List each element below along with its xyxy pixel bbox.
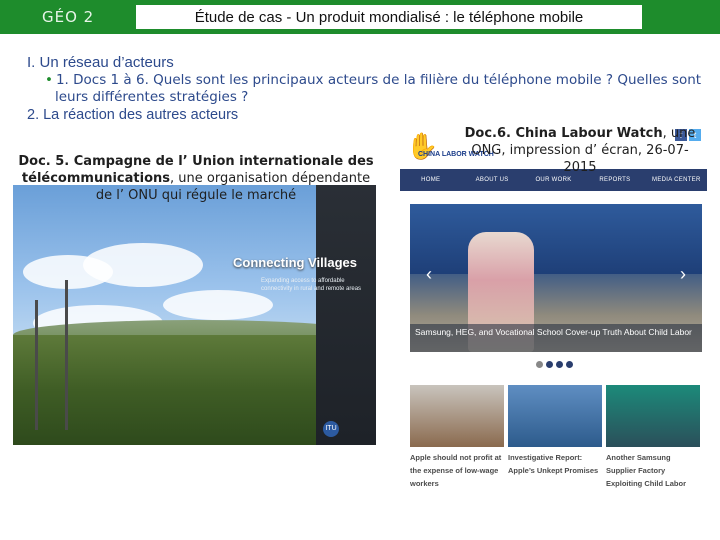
slide-dot[interactable]	[546, 361, 553, 368]
outline-part-2: 2. La réaction des autres acteurs	[27, 107, 239, 123]
article-thumbnail[interactable]: Apple should not profit at the expense o…	[410, 385, 504, 490]
doc5-campaign-image: Connecting Villages Expanding access to …	[13, 185, 376, 445]
subject-label: GÉO 2	[42, 8, 95, 26]
doc5-caption: Doc. 5. Campagne de l’ Union internation…	[12, 153, 380, 204]
chevron-left-icon[interactable]: ‹	[426, 264, 432, 285]
slideshow-dots	[536, 361, 573, 368]
thumbnail-caption[interactable]: Another Samsung Supplier Factory Exploit…	[606, 451, 700, 490]
slide-caption[interactable]: Samsung, HEG, and Vocational School Cove…	[415, 327, 700, 338]
thumbnail-caption[interactable]: Investigative Report: Apple’s Unkept Pro…	[508, 451, 602, 477]
nav-about[interactable]: ABOUT US	[461, 177, 522, 183]
header-banner: GÉO 2 Étude de cas - Un produit mondiali…	[0, 0, 720, 34]
bullet-icon: •	[45, 72, 53, 88]
article-thumbnails: Apple should not profit at the expense o…	[410, 385, 702, 490]
slide-dot[interactable]	[556, 361, 563, 368]
article-thumbnail[interactable]: Investigative Report: Apple’s Unkept Pro…	[508, 385, 602, 490]
nav-reports[interactable]: REPORTS	[584, 177, 645, 183]
thumbnail-image[interactable]	[606, 385, 700, 447]
slide-dot[interactable]	[536, 361, 543, 368]
outline-question: • 1. Docs 1 à 6. Quels sont les principau…	[45, 72, 705, 106]
question-line-1: 1. Docs 1 à 6. Quels sont les principaux…	[55, 72, 702, 88]
nav-media-center[interactable]: MEDIA CENTER	[646, 177, 707, 183]
thumbnail-image[interactable]	[410, 385, 504, 447]
doc6-caption-title: Doc.6. China Labour Watch	[464, 126, 663, 141]
chevron-right-icon[interactable]: ›	[680, 264, 686, 285]
thumbnail-image[interactable]	[508, 385, 602, 447]
outline-part-1: I. Un réseau d’acteurs	[27, 54, 174, 71]
nav-our-work[interactable]: OUR WORK	[523, 177, 584, 183]
doc6-caption: Doc.6. China Labour Watch, une ONG, impr…	[455, 125, 705, 176]
overlay-title: Connecting Villages	[233, 255, 358, 270]
overlay-subtitle: Expanding access to affordable connectiv…	[261, 278, 362, 292]
page-title: Étude de cas - Un produit mondialisé : l…	[136, 5, 642, 29]
doc6-website-screenshot: ✋ CHINA LABOR WATCH f t HOME ABOUT US OU…	[400, 123, 707, 490]
thumbnail-caption[interactable]: Apple should not profit at the expense o…	[410, 451, 504, 490]
article-thumbnail[interactable]: Another Samsung Supplier Factory Exploit…	[606, 385, 700, 490]
nav-home[interactable]: HOME	[400, 177, 461, 183]
question-line-2: leurs différentes stratégies ?	[55, 89, 249, 105]
itu-logo: ITU	[323, 421, 339, 437]
slide-dot[interactable]	[566, 361, 573, 368]
slideshow[interactable]: ‹ › Samsung, HEG, and Vocational School …	[410, 204, 702, 352]
